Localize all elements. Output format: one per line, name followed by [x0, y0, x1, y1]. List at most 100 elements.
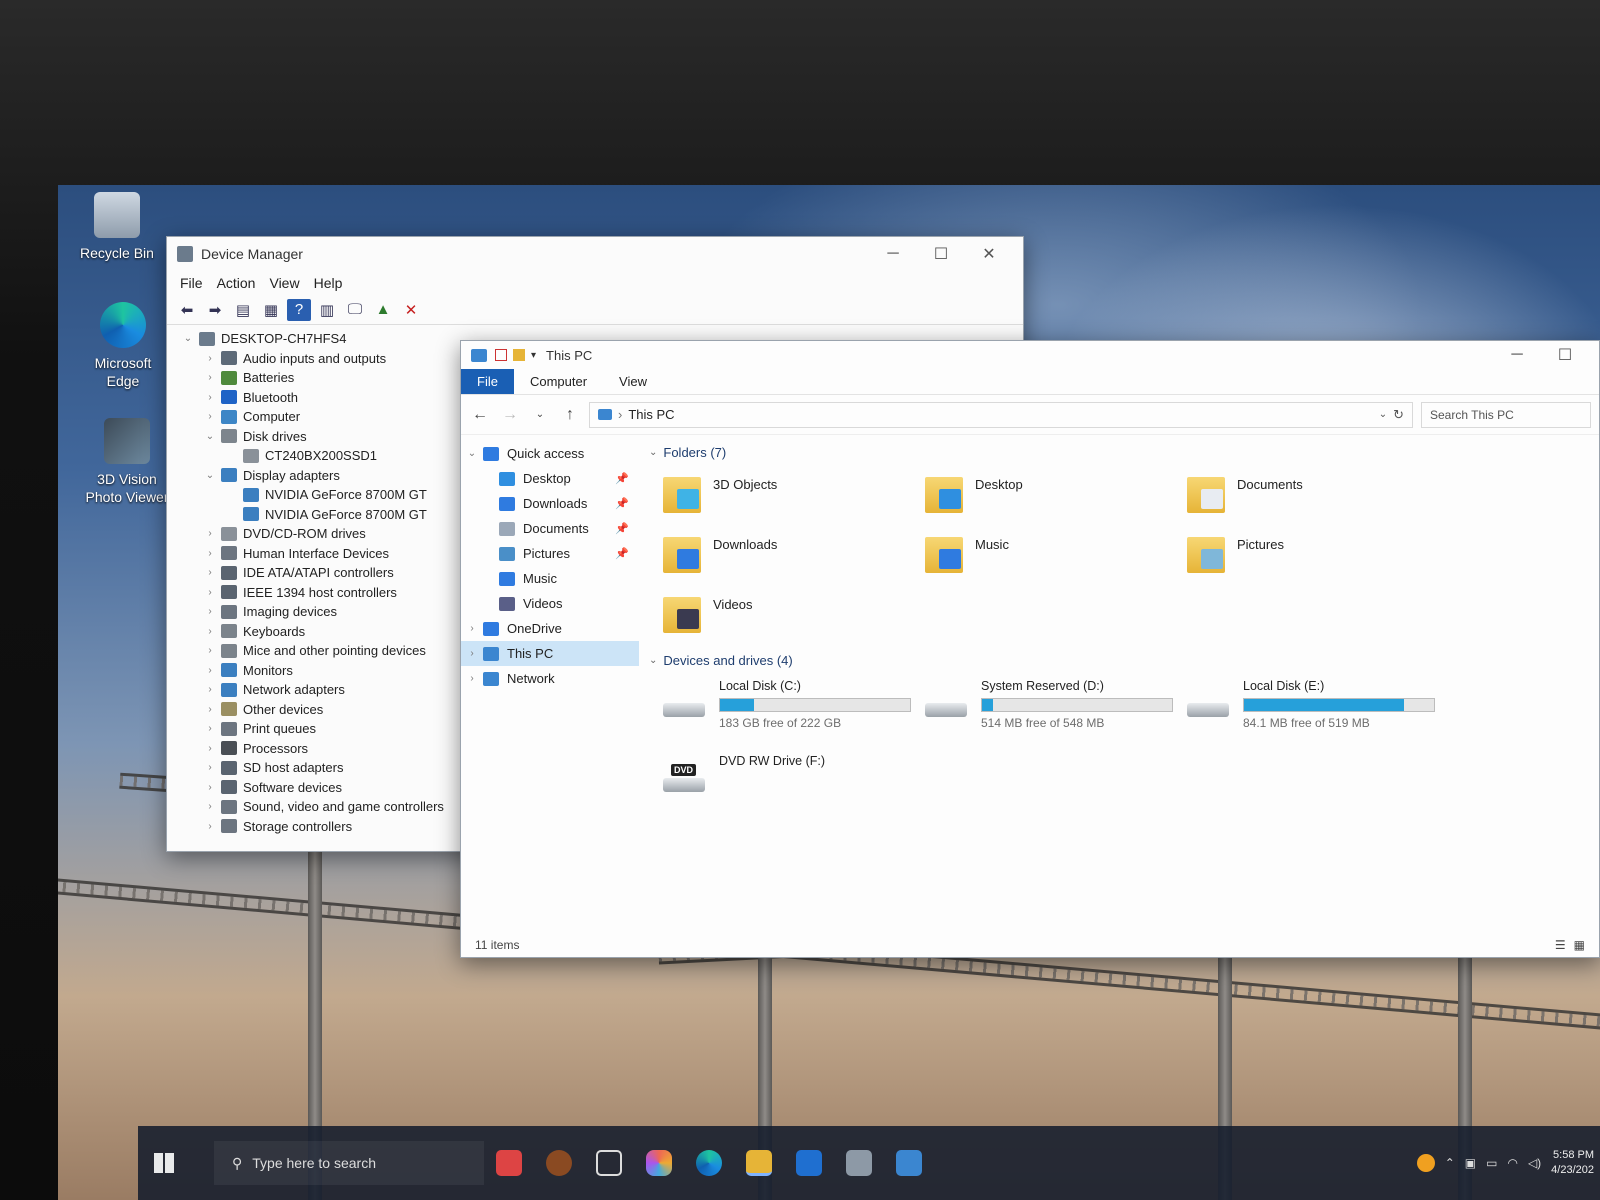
nav-item-music[interactable]: Music	[461, 566, 639, 591]
collapsed-chevron-icon[interactable]: ›	[203, 680, 217, 700]
collapsed-chevron-icon[interactable]: ›	[203, 661, 217, 681]
menu-help[interactable]: Help	[307, 273, 350, 293]
properties-quick-icon[interactable]	[495, 349, 507, 361]
folder-item[interactable]: Pictures	[1187, 531, 1449, 581]
outlook-icon[interactable]	[796, 1150, 822, 1176]
battery-icon[interactable]: ▭	[1486, 1156, 1497, 1170]
file-explorer-window[interactable]: ▾ This PC ─ ☐ File Computer View ← → ⌄ ↑…	[460, 340, 1600, 958]
expanded-chevron-icon[interactable]: ⌄	[203, 466, 217, 486]
copilot-icon[interactable]	[646, 1150, 672, 1176]
pin-icon[interactable]: 📌	[615, 522, 629, 535]
minimize-button[interactable]: ─	[1493, 340, 1541, 370]
back-arrow-icon[interactable]: ⬅	[175, 299, 199, 321]
folder-item[interactable]: Videos	[663, 591, 925, 641]
details-icon[interactable]: ▦	[259, 299, 283, 321]
nav-item-quick-access[interactable]: ⌄ Quick access	[461, 441, 639, 466]
uninstall-icon[interactable]: ✕	[399, 299, 423, 321]
nav-item-onedrive[interactable]: › OneDrive	[461, 616, 639, 641]
customize-quick-access-icon[interactable]: ▾	[531, 350, 536, 361]
maximize-button[interactable]: ☐	[917, 239, 965, 269]
address-bar[interactable]: › This PC ⌄ ↻	[589, 401, 1413, 428]
back-arrow-icon[interactable]: ←	[469, 406, 491, 424]
forward-arrow-icon[interactable]: ➡	[203, 299, 227, 321]
scan-hardware-icon[interactable]: 🖵	[343, 299, 367, 321]
collapsed-chevron-icon[interactable]: ›	[203, 602, 217, 622]
help-icon[interactable]: ?	[287, 298, 311, 321]
pin-icon[interactable]: 📌	[615, 497, 629, 510]
taskbar-search[interactable]: ⚲ Type here to search	[214, 1141, 484, 1185]
meet-now-icon[interactable]: ▣	[1465, 1156, 1476, 1170]
collapsed-chevron-icon[interactable]: ›	[203, 797, 217, 817]
drives-group-header[interactable]: ⌄ Devices and drives (4)	[649, 649, 1589, 671]
collapsed-chevron-icon[interactable]: ›	[203, 407, 217, 427]
weather-icon[interactable]	[1416, 1154, 1435, 1172]
folder-item[interactable]: 3D Objects	[663, 471, 925, 521]
collapsed-chevron-icon[interactable]: ›	[203, 622, 217, 642]
collapsed-chevron-icon[interactable]: ›	[203, 778, 217, 798]
tab-file[interactable]: File	[461, 369, 514, 394]
file-explorer-icon[interactable]	[746, 1150, 772, 1176]
expanded-chevron-icon[interactable]: ⌄	[461, 448, 483, 459]
taskbar-search-input[interactable]: Type here to search	[252, 1155, 376, 1171]
pin-icon[interactable]: 📌	[615, 472, 629, 485]
large-icons-view-icon[interactable]: ▦	[1574, 938, 1585, 952]
content-area[interactable]: ⌄ Folders (7) 3D Objects Desktop Documents…	[639, 433, 1599, 933]
folder-item[interactable]: Downloads	[663, 531, 925, 581]
address-dropdown-icon[interactable]: ⌄	[1379, 409, 1387, 420]
close-button[interactable]: ✕	[965, 239, 1013, 269]
device-manager-titlebar[interactable]: Device Manager ─ ☐ ✕	[167, 237, 1023, 271]
desktop-icon-3d-vision[interactable]: 3D Vision Photo Viewer	[82, 418, 172, 506]
pin-icon[interactable]: 📌	[615, 547, 629, 560]
collapsed-chevron-icon[interactable]: ›	[203, 368, 217, 388]
explorer-titlebar[interactable]: ▾ This PC ─ ☐	[461, 341, 1599, 369]
device-manager-task-icon[interactable]	[846, 1150, 872, 1176]
drive-item[interactable]: System Reserved (D:) 514 MB free of 548 M…	[925, 679, 1187, 730]
menu-file[interactable]: File	[173, 273, 210, 293]
nav-item-videos[interactable]: Videos	[461, 591, 639, 616]
folder-item[interactable]: Documents	[1187, 471, 1449, 521]
folder-item[interactable]: Desktop	[925, 471, 1187, 521]
collapse-chevron-icon[interactable]: ⌄	[649, 655, 657, 666]
collapsed-chevron-icon[interactable]: ›	[203, 700, 217, 720]
desktop-icon-recycle-bin[interactable]: Recycle Bin	[72, 192, 162, 262]
update-driver-icon[interactable]: ▲	[371, 299, 395, 321]
nav-item-this-pc[interactable]: › This PC	[461, 641, 639, 666]
nav-item-network[interactable]: › Network	[461, 666, 639, 691]
drive-item[interactable]: Local Disk (E:) 84.1 MB free of 519 MB	[1187, 679, 1449, 730]
volume-icon[interactable]: ◁)	[1528, 1156, 1541, 1170]
desktop-icon-edge[interactable]: Microsoft Edge	[78, 302, 168, 390]
navigation-pane[interactable]: ⌄ Quick access Desktop 📌 Downloads 📌 Documents…	[461, 433, 639, 933]
collapsed-chevron-icon[interactable]: ›	[461, 673, 483, 684]
collapse-chevron-icon[interactable]: ⌄	[649, 447, 657, 458]
collapsed-chevron-icon[interactable]: ›	[203, 583, 217, 603]
folder-item[interactable]: Music	[925, 531, 1187, 581]
expanded-chevron-icon[interactable]: ⌄	[203, 427, 217, 447]
collapsed-chevron-icon[interactable]: ›	[203, 641, 217, 661]
collapsed-chevron-icon[interactable]: ›	[203, 719, 217, 739]
drive-item[interactable]: DVD DVD RW Drive (F:)	[663, 754, 925, 804]
collapsed-chevron-icon[interactable]: ›	[203, 817, 217, 837]
refresh-icon[interactable]: ↻	[1393, 407, 1404, 423]
up-arrow-icon[interactable]: ↑	[559, 406, 581, 424]
collapsed-chevron-icon[interactable]: ›	[203, 739, 217, 759]
drive-item[interactable]: Local Disk (C:) 183 GB free of 222 GB	[663, 679, 925, 730]
menu-view[interactable]: View	[262, 273, 306, 293]
breadcrumb-this-pc[interactable]: This PC	[628, 407, 674, 422]
collapsed-chevron-icon[interactable]: ›	[203, 758, 217, 778]
collapsed-chevron-icon[interactable]: ›	[203, 349, 217, 369]
details-view-icon[interactable]: ☰	[1555, 938, 1566, 952]
pinned-app-icon[interactable]	[496, 1150, 522, 1176]
forward-arrow-icon[interactable]: →	[499, 406, 521, 424]
view-icon[interactable]: ▥	[315, 299, 339, 321]
nav-item-pictures[interactable]: Pictures 📌	[461, 541, 639, 566]
collapsed-chevron-icon[interactable]: ›	[461, 623, 483, 634]
this-pc-task-icon[interactable]	[896, 1150, 922, 1176]
tab-computer[interactable]: Computer	[514, 369, 603, 394]
show-hidden-icons-chevron-icon[interactable]: ⌃	[1445, 1156, 1455, 1170]
folders-group-header[interactable]: ⌄ Folders (7)	[649, 441, 1589, 463]
new-folder-quick-icon[interactable]	[513, 349, 525, 361]
recent-locations-chevron-icon[interactable]: ⌄	[529, 409, 551, 420]
edge-icon[interactable]	[696, 1150, 722, 1176]
nav-item-downloads[interactable]: Downloads 📌	[461, 491, 639, 516]
maximize-button[interactable]: ☐	[1541, 340, 1589, 370]
